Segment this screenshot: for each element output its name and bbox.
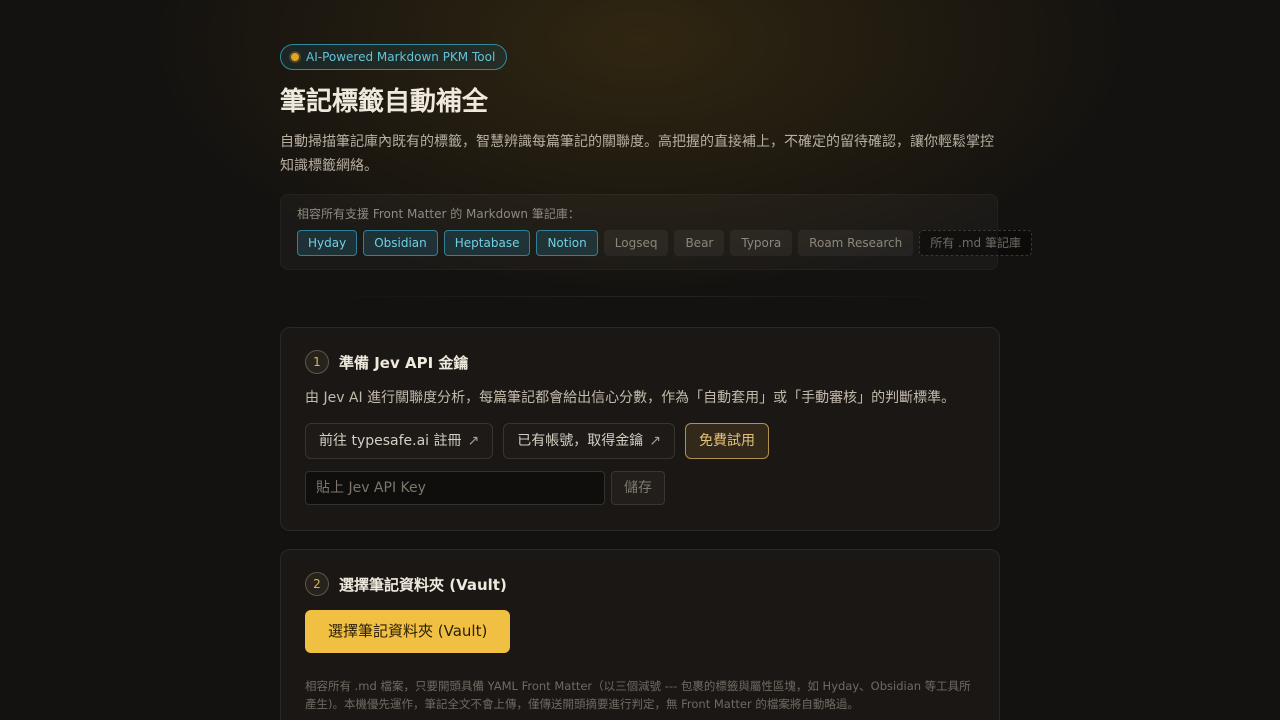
app-chip-hyday[interactable]: Hyday bbox=[297, 230, 358, 256]
external-link-icon: ↗ bbox=[649, 433, 661, 449]
api-key-input[interactable] bbox=[305, 471, 605, 505]
step-2-title: 選擇筆記資料夾 (Vault) bbox=[339, 575, 507, 594]
step-1-card: 1 準備 Jev API 金鑰 由 Jev AI 進行關聯度分析，每篇筆記都會給… bbox=[280, 327, 1000, 531]
page-description: 自動掃描筆記庫內既有的標籤，智慧辨識每篇筆記的關聯度。高把握的直接補上，不確定的… bbox=[280, 134, 994, 174]
compatibility-label: 相容所有支援 Front Matter 的 Markdown 筆記庫： bbox=[297, 207, 580, 221]
step-2-number: 2 bbox=[305, 572, 329, 596]
app-chip-typora[interactable]: Typora bbox=[730, 230, 793, 256]
external-link-icon: ↗ bbox=[467, 433, 480, 449]
register-button-label: 前往 typesafe.ai 註冊 bbox=[319, 433, 462, 449]
step-2-card: 2 選擇筆記資料夾 (Vault) 選擇筆記資料夾 (Vault) 相容所有 .… bbox=[280, 549, 1000, 720]
free-trial-button-label: 免費試用 bbox=[698, 433, 755, 449]
step-1-header: 1 準備 Jev API 金鑰 bbox=[305, 350, 975, 374]
get-key-button-label: 已有帳號，取得金鑰 bbox=[517, 433, 644, 449]
app-chip-all-md[interactable]: 所有 .md 筆記庫 bbox=[919, 230, 1032, 256]
app-chip-list: Hyday Obsidian Heptabase Notion Logseq B… bbox=[297, 230, 1032, 256]
badge-label: AI-Powered Markdown PKM Tool bbox=[306, 50, 496, 64]
get-key-button[interactable]: 已有帳號，取得金鑰 ↗ bbox=[503, 423, 675, 459]
page: AI-Powered Markdown PKM Tool 筆記標籤自動補全 自動… bbox=[0, 0, 1280, 720]
save-button[interactable]: 儲存 bbox=[611, 471, 665, 505]
step-2-header: 2 選擇筆記資料夾 (Vault) bbox=[305, 572, 975, 596]
step-1-actions: 前往 typesafe.ai 註冊 ↗ 已有帳號，取得金鑰 ↗ 免費試用 bbox=[305, 423, 975, 459]
select-vault-button[interactable]: 選擇筆記資料夾 (Vault) bbox=[305, 610, 511, 653]
app-chip-roam-research[interactable]: Roam Research bbox=[798, 230, 914, 256]
free-trial-button[interactable]: 免費試用 bbox=[684, 423, 769, 459]
compatibility-panel: 相容所有支援 Front Matter 的 Markdown 筆記庫： Hyda… bbox=[280, 194, 1032, 270]
api-key-row: 儲存 bbox=[305, 471, 975, 505]
product-badge: AI-Powered Markdown PKM Tool bbox=[280, 44, 508, 70]
app-chip-heptabase[interactable]: Heptabase bbox=[443, 230, 531, 256]
section-divider bbox=[310, 296, 970, 297]
page-title: 筆記標籤自動補全 bbox=[280, 87, 489, 117]
register-button[interactable]: 前往 typesafe.ai 註冊 ↗ bbox=[305, 423, 494, 459]
hero-section: AI-Powered Markdown PKM Tool 筆記標籤自動補全 自動… bbox=[280, 44, 1032, 297]
step-1-description: 由 Jev AI 進行關聯度分析，每篇筆記都會給出信心分數，作為「自動套用」或「… bbox=[305, 390, 956, 406]
step-1-title: 準備 Jev API 金鑰 bbox=[339, 353, 469, 372]
app-chip-obsidian[interactable]: Obsidian bbox=[363, 230, 438, 256]
app-chip-notion[interactable]: Notion bbox=[536, 230, 598, 256]
app-chip-logseq[interactable]: Logseq bbox=[603, 230, 669, 256]
vault-note: 相容所有 .md 檔案，只要開頭具備 YAML Front Matter（以三個… bbox=[305, 679, 971, 711]
step-1-number: 1 bbox=[305, 350, 329, 374]
badge-dot-icon bbox=[291, 53, 299, 61]
app-chip-bear[interactable]: Bear bbox=[674, 230, 725, 256]
